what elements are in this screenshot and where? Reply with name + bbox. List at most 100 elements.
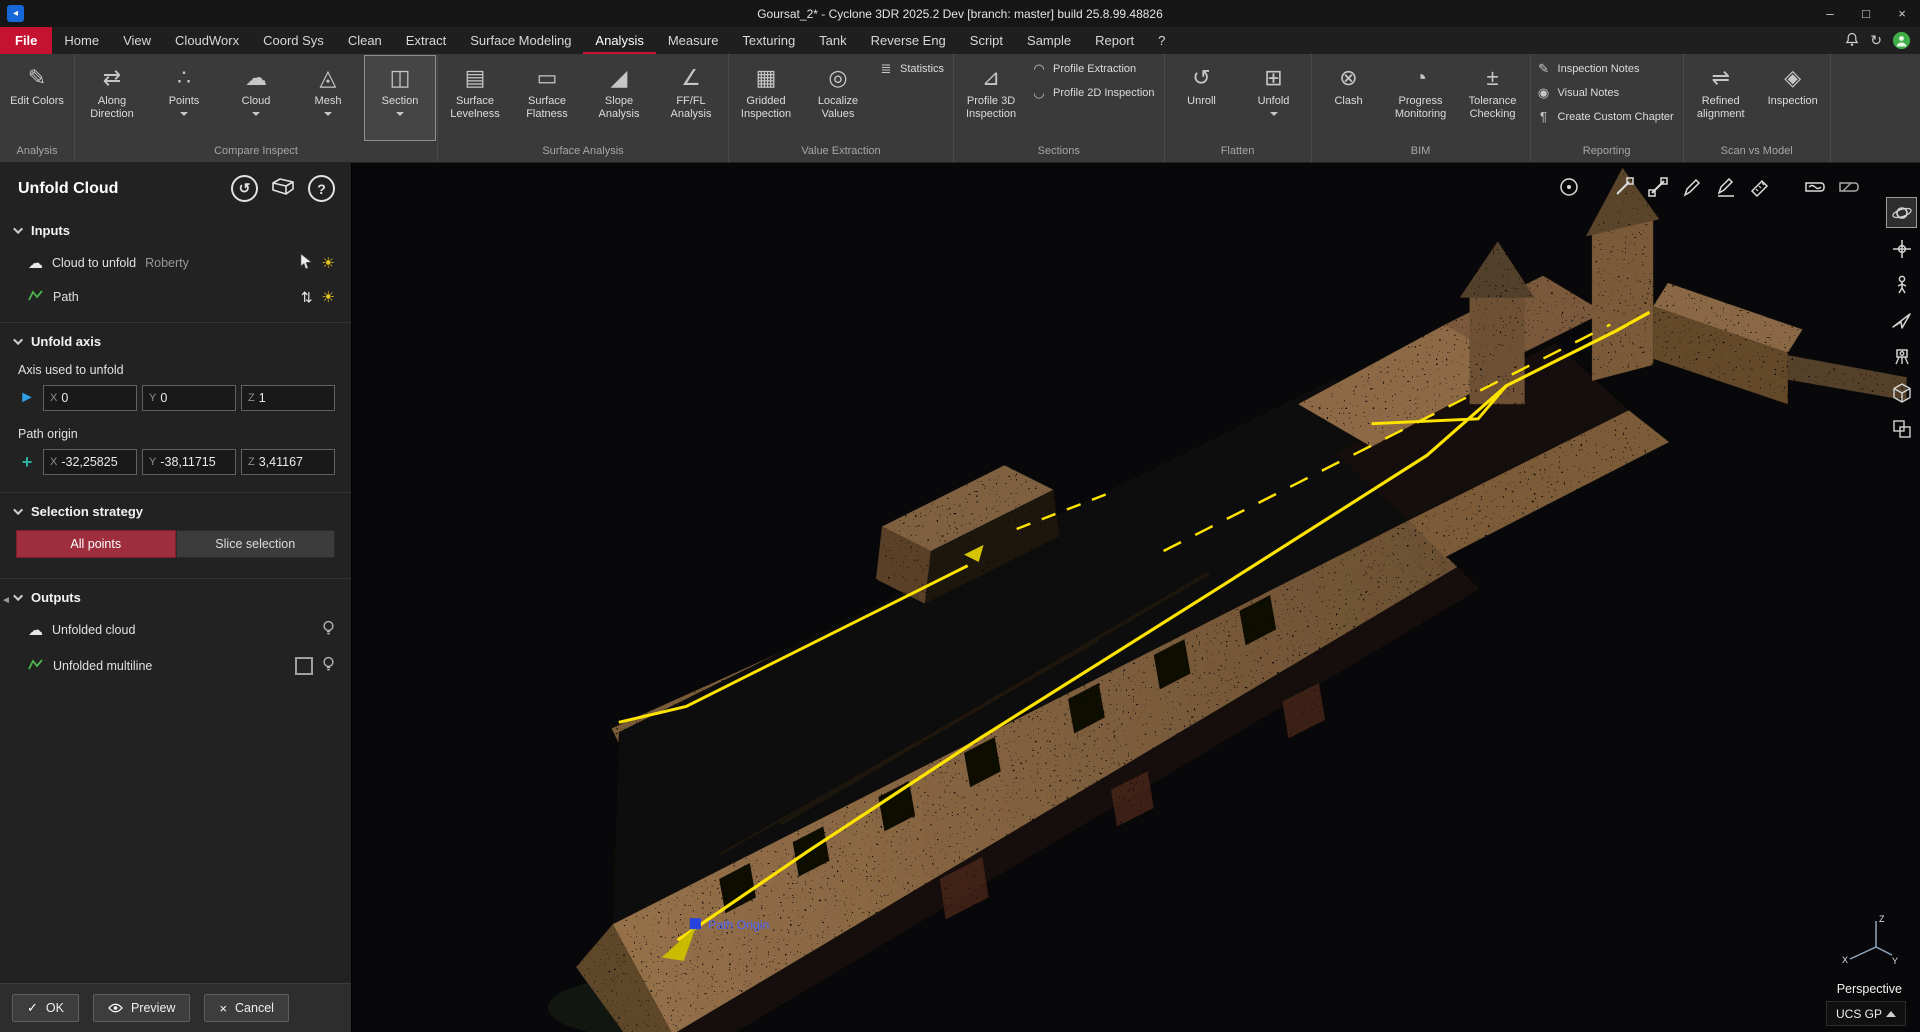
pivot-point-icon[interactable] [1555, 173, 1582, 200]
mesh-button[interactable]: ◬ Mesh [292, 55, 364, 141]
pick-cursor-icon[interactable] [299, 253, 313, 272]
unfolded-multiline-checkbox[interactable] [295, 657, 313, 675]
multi-view-tool[interactable] [1886, 413, 1917, 444]
ucs-selector-button[interactable]: UCS GP [1826, 1001, 1906, 1026]
draw-polyline-icon[interactable] [1712, 173, 1739, 200]
slope-analysis-button[interactable]: ◢ Slope Analysis [583, 55, 655, 141]
origin-y-field[interactable]: Y [142, 449, 236, 475]
maximize-button[interactable]: □ [1848, 0, 1884, 27]
outputs-header[interactable]: Outputs [16, 581, 335, 612]
tripod-view-tool[interactable] [1886, 341, 1917, 372]
user-avatar[interactable] [1893, 32, 1910, 49]
visual-notes-button[interactable]: ◉ Visual Notes [1536, 85, 1674, 101]
along-direction-button[interactable]: ⇄ Along Direction [76, 55, 148, 141]
axis-z-input[interactable] [259, 391, 334, 405]
profile-2d-inspection-button[interactable]: ◡ Profile 2D Inspection [1031, 85, 1155, 101]
close-button[interactable]: × [1884, 0, 1920, 27]
menu-reverse-eng[interactable]: Reverse Eng [859, 27, 958, 54]
notifications-bell-icon[interactable] [1845, 32, 1859, 50]
fffl-analysis-button[interactable]: ∠ FF/FL Analysis [655, 55, 727, 141]
minimize-button[interactable]: – [1812, 0, 1848, 27]
profile-extraction-button[interactable]: ◠ Profile Extraction [1031, 61, 1155, 77]
ok-button[interactable]: ✓ OK [12, 994, 79, 1022]
surface-levelness-button[interactable]: ▤ Surface Levelness [439, 55, 511, 141]
profile-3d-inspection-button[interactable]: ⊿ Profile 3D Inspection [955, 55, 1027, 141]
menu-texturing[interactable]: Texturing [730, 27, 807, 54]
menu-file[interactable]: File [0, 27, 52, 54]
menu-script[interactable]: Script [958, 27, 1015, 54]
menu-measure[interactable]: Measure [656, 27, 731, 54]
statistics-button[interactable]: ≣ Statistics [878, 61, 944, 77]
sync-icon[interactable]: ↻ [1870, 32, 1882, 49]
axis-y-field[interactable]: Y [142, 385, 236, 411]
refined-alignment-button[interactable]: ⇌ Refined alignment [1685, 55, 1757, 141]
tolerance-checking-button[interactable]: ± Tolerance Checking [1457, 55, 1529, 141]
edit-colors-button[interactable]: ✎ Edit Colors [1, 55, 73, 141]
view-cube-tool[interactable] [1886, 377, 1917, 408]
fly-through-tool[interactable] [1886, 305, 1917, 336]
menu-tank[interactable]: Tank [807, 27, 858, 54]
surface-flatness-button[interactable]: ▭ Surface Flatness [511, 55, 583, 141]
create-custom-chapter-button[interactable]: ¶ Create Custom Chapter [1536, 109, 1674, 124]
section-button[interactable]: ◫ Section [364, 55, 436, 141]
inspection-button[interactable]: ◈ Inspection [1757, 55, 1829, 141]
localize-values-button[interactable]: ◎ Localize Values [802, 55, 874, 141]
export-settings-button[interactable] [270, 175, 296, 202]
cloud-button[interactable]: ☁ Cloud [220, 55, 292, 141]
viewport-3d[interactable]: Path Origin [352, 163, 1920, 1032]
menu-clean[interactable]: Clean [336, 27, 394, 54]
menu-surface-modeling[interactable]: Surface Modeling [458, 27, 583, 54]
cancel-button[interactable]: × Cancel [204, 994, 289, 1022]
show-colormap-icon[interactable] [1801, 173, 1828, 200]
first-person-tool[interactable] [1886, 269, 1917, 300]
axis-z-field[interactable]: Z [241, 385, 335, 411]
axis-direction-icon[interactable]: ► [16, 389, 38, 407]
unroll-button[interactable]: ↺ Unroll [1166, 55, 1238, 141]
bulb-icon[interactable] [322, 656, 335, 676]
menu-analysis[interactable]: Analysis [583, 27, 655, 54]
axis-x-field[interactable]: X [43, 385, 137, 411]
axis-x-input[interactable] [61, 391, 136, 405]
slice-selection-button[interactable]: Slice selection [176, 530, 336, 558]
bulb-icon[interactable] [322, 620, 335, 640]
menu-view[interactable]: View [111, 27, 163, 54]
inspect-point-icon[interactable] [1610, 173, 1637, 200]
help-button[interactable]: ? [308, 175, 335, 202]
unfold-axis-header[interactable]: Unfold axis [16, 325, 335, 356]
reset-parameters-button[interactable]: ↺ [231, 175, 258, 202]
show-texture-icon[interactable] [1835, 173, 1862, 200]
panel-collapse-handle[interactable]: ◄ [1, 595, 11, 606]
pick-point-icon[interactable]: + [16, 452, 38, 473]
selection-strategy-header[interactable]: Selection strategy [16, 495, 335, 526]
menu-help[interactable]: ? [1146, 27, 1177, 54]
axis-y-input[interactable] [160, 391, 235, 405]
inspection-notes-button[interactable]: ✎ Inspection Notes [1536, 61, 1674, 77]
visibility-sun-icon[interactable]: ☀ [322, 288, 335, 306]
origin-z-field[interactable]: Z [241, 449, 335, 475]
measure-icon[interactable] [1746, 173, 1773, 200]
visibility-sun-icon[interactable]: ☀ [322, 254, 335, 272]
menu-sample[interactable]: Sample [1015, 27, 1083, 54]
progress-monitoring-button[interactable]: ◔ Progress Monitoring [1385, 55, 1457, 141]
annotate-icon[interactable] [1678, 173, 1705, 200]
inputs-header[interactable]: Inputs [16, 214, 335, 245]
inspect-segment-icon[interactable] [1644, 173, 1671, 200]
points-button[interactable]: ∴ Points [148, 55, 220, 141]
origin-x-field[interactable]: X [43, 449, 137, 475]
menu-report[interactable]: Report [1083, 27, 1146, 54]
menu-home[interactable]: Home [52, 27, 111, 54]
orbit-view-tool[interactable] [1886, 197, 1917, 228]
clash-button[interactable]: ⊗ Clash [1313, 55, 1385, 141]
menu-cloudworx[interactable]: CloudWorx [163, 27, 251, 54]
menu-extract[interactable]: Extract [394, 27, 458, 54]
reverse-path-icon[interactable]: ⇅ [301, 289, 313, 306]
unfold-button[interactable]: ⊞ Unfold [1238, 55, 1310, 141]
all-points-button[interactable]: All points [16, 530, 176, 558]
center-selection-tool[interactable] [1886, 233, 1917, 264]
origin-x-input[interactable] [61, 455, 136, 469]
menu-coord-sys[interactable]: Coord Sys [251, 27, 336, 54]
gridded-inspection-button[interactable]: ▦ Gridded Inspection [730, 55, 802, 141]
origin-y-input[interactable] [160, 455, 235, 469]
origin-z-input[interactable] [259, 455, 334, 469]
preview-button[interactable]: Preview [93, 994, 190, 1022]
